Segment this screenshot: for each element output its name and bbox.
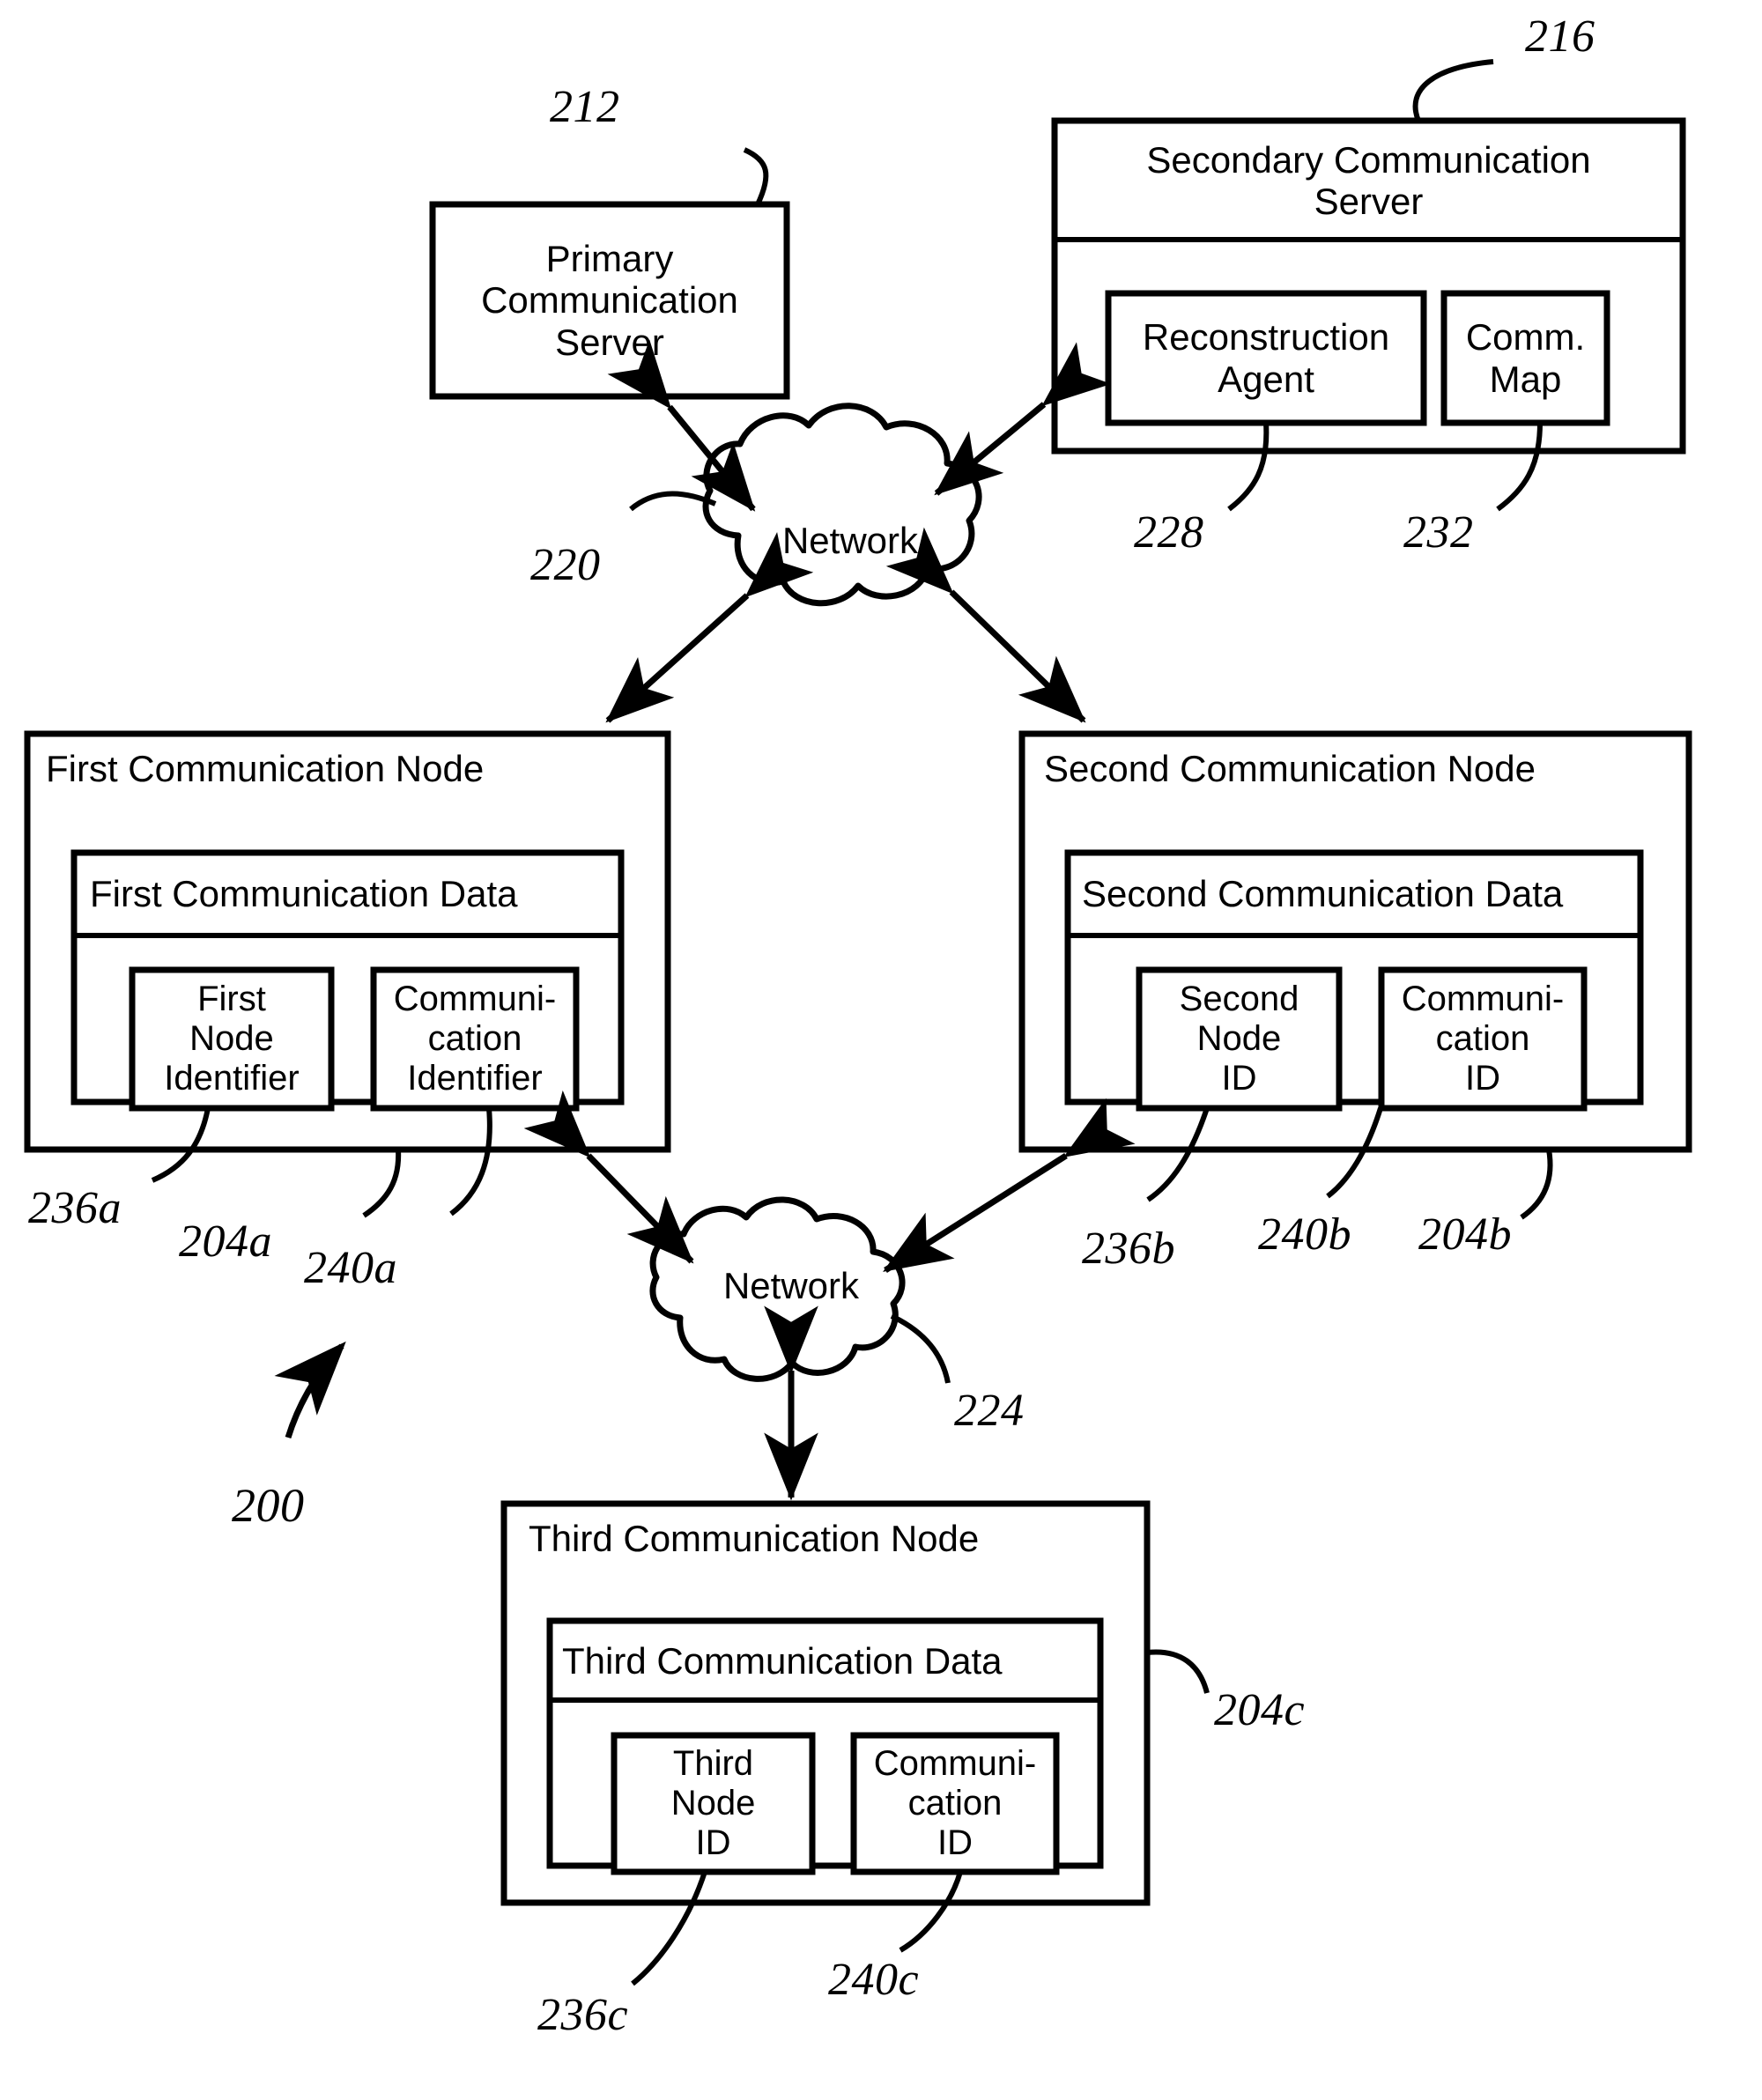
ref-224: 224 xyxy=(954,1386,1025,1436)
arrow-first-node-network xyxy=(523,1090,694,1264)
third-node-title: Third Communication Node xyxy=(529,1518,980,1559)
first-communication-identifier-box xyxy=(370,966,580,1112)
ref-212: 212 xyxy=(550,82,620,132)
ref-228: 228 xyxy=(1134,507,1204,558)
ref-204c: 204c xyxy=(1214,1685,1306,1735)
first-node-title: First Communication Node xyxy=(46,748,485,789)
lead-line-212 xyxy=(743,147,769,206)
third-node-id-box xyxy=(611,1732,816,1875)
arrow-network-first-node xyxy=(605,531,814,723)
secondary-communication-server-box xyxy=(1051,117,1686,455)
reconstruction-agent-box xyxy=(1105,290,1427,426)
lead-line-204a xyxy=(362,1149,402,1218)
ref-236b: 236b xyxy=(1082,1224,1175,1274)
ref-204a: 204a xyxy=(179,1216,272,1267)
network-cloud-lower xyxy=(649,1196,906,1382)
second-node-id-box xyxy=(1136,966,1343,1112)
lead-line-204b xyxy=(1520,1149,1553,1220)
ref-220: 220 xyxy=(530,540,601,590)
figure-number-200: 200 xyxy=(232,1479,305,1532)
arrow-secondary-server-network xyxy=(934,342,1112,496)
ref-240c: 240c xyxy=(828,1955,920,2005)
figure-pointer-arrow-200 xyxy=(274,1341,346,1439)
second-communication-id-box xyxy=(1378,966,1588,1112)
third-communication-node-box xyxy=(500,1500,1151,1906)
arrow-network-second-node xyxy=(885,527,1086,723)
second-communication-node-box xyxy=(1018,730,1692,1153)
lead-line-204c xyxy=(1146,1649,1210,1694)
second-node-title: Second Communication Node xyxy=(1044,748,1536,789)
arrow-second-node-network xyxy=(883,1098,1136,1273)
ref-236a: 236a xyxy=(28,1183,122,1233)
patent-figure: Primary Communication Server 212 Seconda… xyxy=(0,0,1762,2100)
ref-236c: 236c xyxy=(537,1990,629,2040)
ref-232: 232 xyxy=(1403,507,1474,558)
first-node-identifier-box xyxy=(129,966,335,1112)
diagram-canvas xyxy=(24,59,1692,1986)
third-communication-id-box xyxy=(850,1732,1060,1875)
ref-204b: 204b xyxy=(1418,1209,1512,1260)
ref-240a: 240a xyxy=(304,1243,397,1293)
primary-communication-server-box xyxy=(429,201,790,400)
lead-line-216 xyxy=(1412,59,1494,122)
ref-216: 216 xyxy=(1525,11,1595,62)
first-communication-node-box xyxy=(24,730,671,1153)
comm-map-box xyxy=(1440,290,1610,426)
lead-line-224 xyxy=(890,1313,951,1384)
ref-240b: 240b xyxy=(1258,1209,1351,1260)
